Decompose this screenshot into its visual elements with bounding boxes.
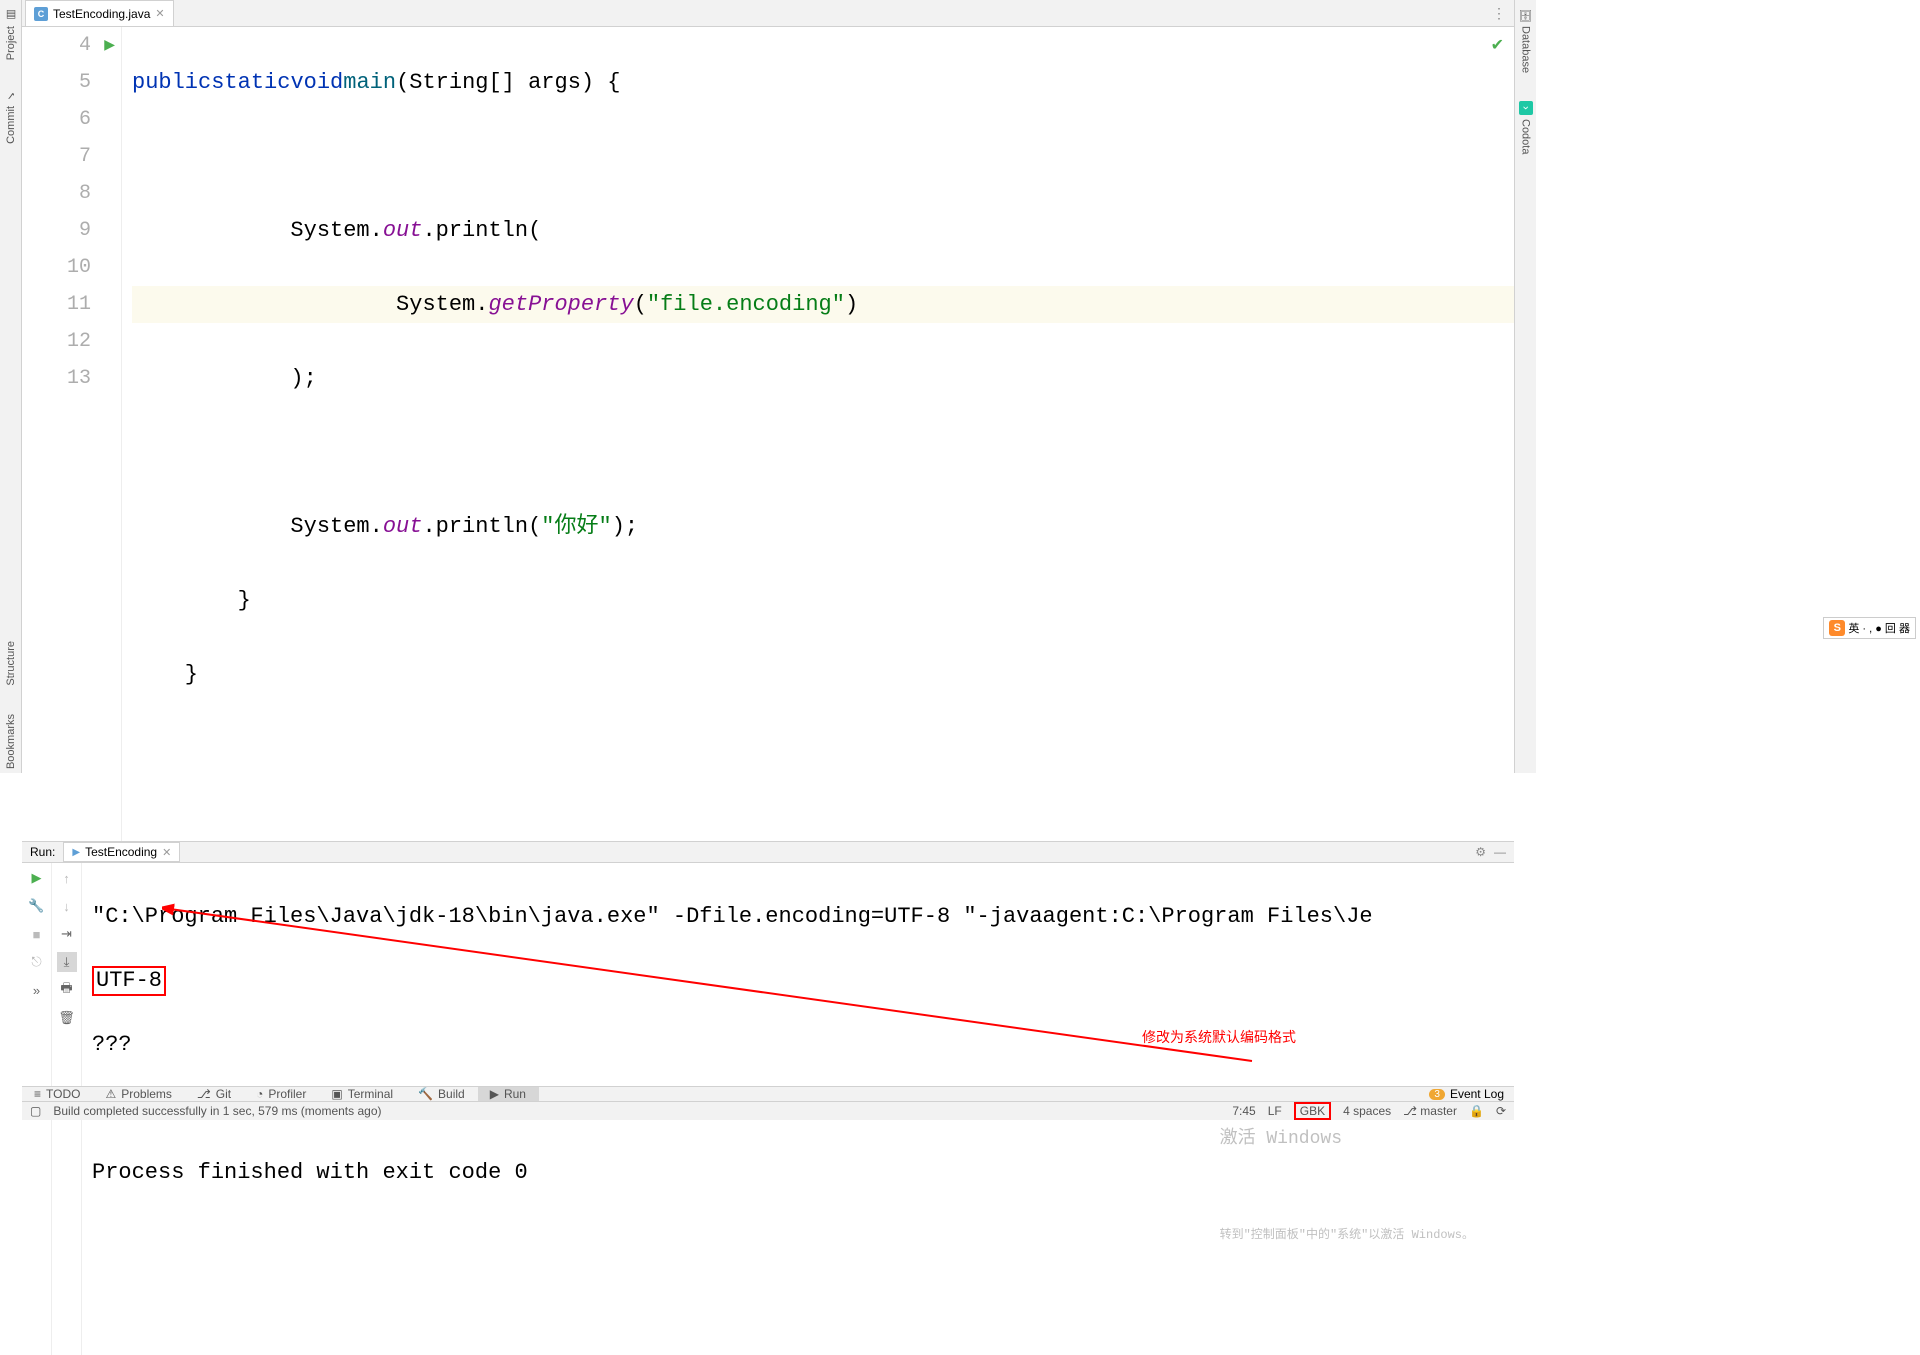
line-number: 9: [22, 212, 121, 249]
more-icon[interactable]: »: [27, 980, 47, 1000]
console-output[interactable]: "C:\Program Files\Java\jdk-18\bin\java.e…: [82, 863, 1514, 1355]
run-line-icon[interactable]: ▶: [104, 37, 115, 54]
line-number: 4▶: [22, 27, 121, 64]
utf8-highlight: UTF-8: [92, 966, 166, 996]
editor-tab-bar: C TestEncoding.java ✕ ⋮: [22, 0, 1514, 27]
print-icon[interactable]: 🖶: [57, 980, 77, 1000]
left-tool-sidebar: Project▤ Commit✓ Structure Bookmarks: [0, 0, 22, 773]
tool-icon[interactable]: 🔧: [27, 896, 47, 916]
settings-icon[interactable]: ⚙: [1475, 845, 1486, 859]
project-icon: ▤: [4, 8, 18, 22]
console-line: UTF-8: [92, 965, 1504, 997]
code-editor[interactable]: ✔ 4▶ 5 6 7 8 9 10 11 12 13 public static…: [22, 27, 1514, 841]
tab-more-icon[interactable]: ⋮: [1492, 5, 1506, 22]
codota-icon: ›: [1519, 101, 1533, 115]
database-icon: 🗄: [1519, 8, 1533, 22]
sogou-icon: S: [1829, 620, 1845, 636]
stop-icon[interactable]: ■: [27, 924, 47, 944]
run-header: Run: ▶ TestEncoding ✕ ⚙ —: [22, 842, 1514, 863]
line-number: 10: [22, 249, 121, 286]
code-content[interactable]: public static void main(String[] args) {…: [122, 27, 1514, 841]
file-tab[interactable]: C TestEncoding.java ✕: [25, 0, 174, 26]
close-run-tab-icon[interactable]: ✕: [162, 846, 171, 859]
line-number: 7: [22, 138, 121, 175]
scroll-icon[interactable]: ⤓: [57, 952, 77, 972]
bookmarks-tool[interactable]: Bookmarks: [3, 710, 19, 773]
exit-icon[interactable]: ⎋: [27, 952, 47, 972]
inspection-ok-icon[interactable]: ✔: [1491, 35, 1504, 55]
main-area: C TestEncoding.java ✕ ⋮ ✔ 4▶ 5 6 7 8 9 1…: [22, 0, 1514, 773]
wrap-icon[interactable]: ⇥: [57, 924, 77, 944]
database-tool[interactable]: 🗄Database: [1517, 4, 1535, 77]
line-number: 8: [22, 175, 121, 212]
line-number: 13: [22, 360, 121, 397]
run-label: Run:: [30, 845, 55, 859]
java-class-icon: C: [34, 7, 48, 21]
sogou-ime-badge[interactable]: S 英 · , ● 回 器: [1823, 617, 1916, 639]
line-number: 5: [22, 64, 121, 101]
commit-icon: ✓: [4, 88, 18, 102]
line-number: 6: [22, 101, 121, 138]
line-number: 12: [22, 323, 121, 360]
console-line: "C:\Program Files\Java\jdk-18\bin\java.e…: [92, 901, 1504, 933]
down-icon[interactable]: ↓: [57, 896, 77, 916]
rerun-icon[interactable]: ▶: [27, 868, 47, 888]
gutter: 4▶ 5 6 7 8 9 10 11 12 13: [22, 27, 122, 841]
todo-icon: ≡: [34, 1087, 41, 1101]
hide-icon[interactable]: —: [1494, 845, 1506, 859]
right-tool-sidebar: 🗄Database ›Codota: [1514, 0, 1536, 773]
status-window-icon[interactable]: ▢: [30, 1104, 41, 1118]
line-number: 11: [22, 286, 121, 323]
annotation-text: 修改为系统默认编码格式: [1142, 1021, 1296, 1053]
windows-watermark: 激活 Windows 转到"控制面板"中的"系统"以激活 Windows。: [1220, 1059, 1474, 1315]
commit-tool[interactable]: Commit✓: [2, 84, 20, 148]
delete-icon[interactable]: 🗑: [57, 1008, 77, 1028]
close-tab-icon[interactable]: ✕: [155, 7, 164, 20]
tab-filename: TestEncoding.java: [53, 7, 150, 21]
project-tool[interactable]: Project▤: [2, 4, 20, 64]
up-icon[interactable]: ↑: [57, 868, 77, 888]
run-config-icon: ▶: [72, 847, 80, 858]
run-config-tab[interactable]: ▶ TestEncoding ✕: [63, 842, 180, 862]
structure-tool[interactable]: Structure: [3, 637, 19, 690]
codota-tool[interactable]: ›Codota: [1517, 97, 1535, 158]
run-tool-window: Run: ▶ TestEncoding ✕ ⚙ — ▶ 🔧: [22, 841, 1514, 1086]
